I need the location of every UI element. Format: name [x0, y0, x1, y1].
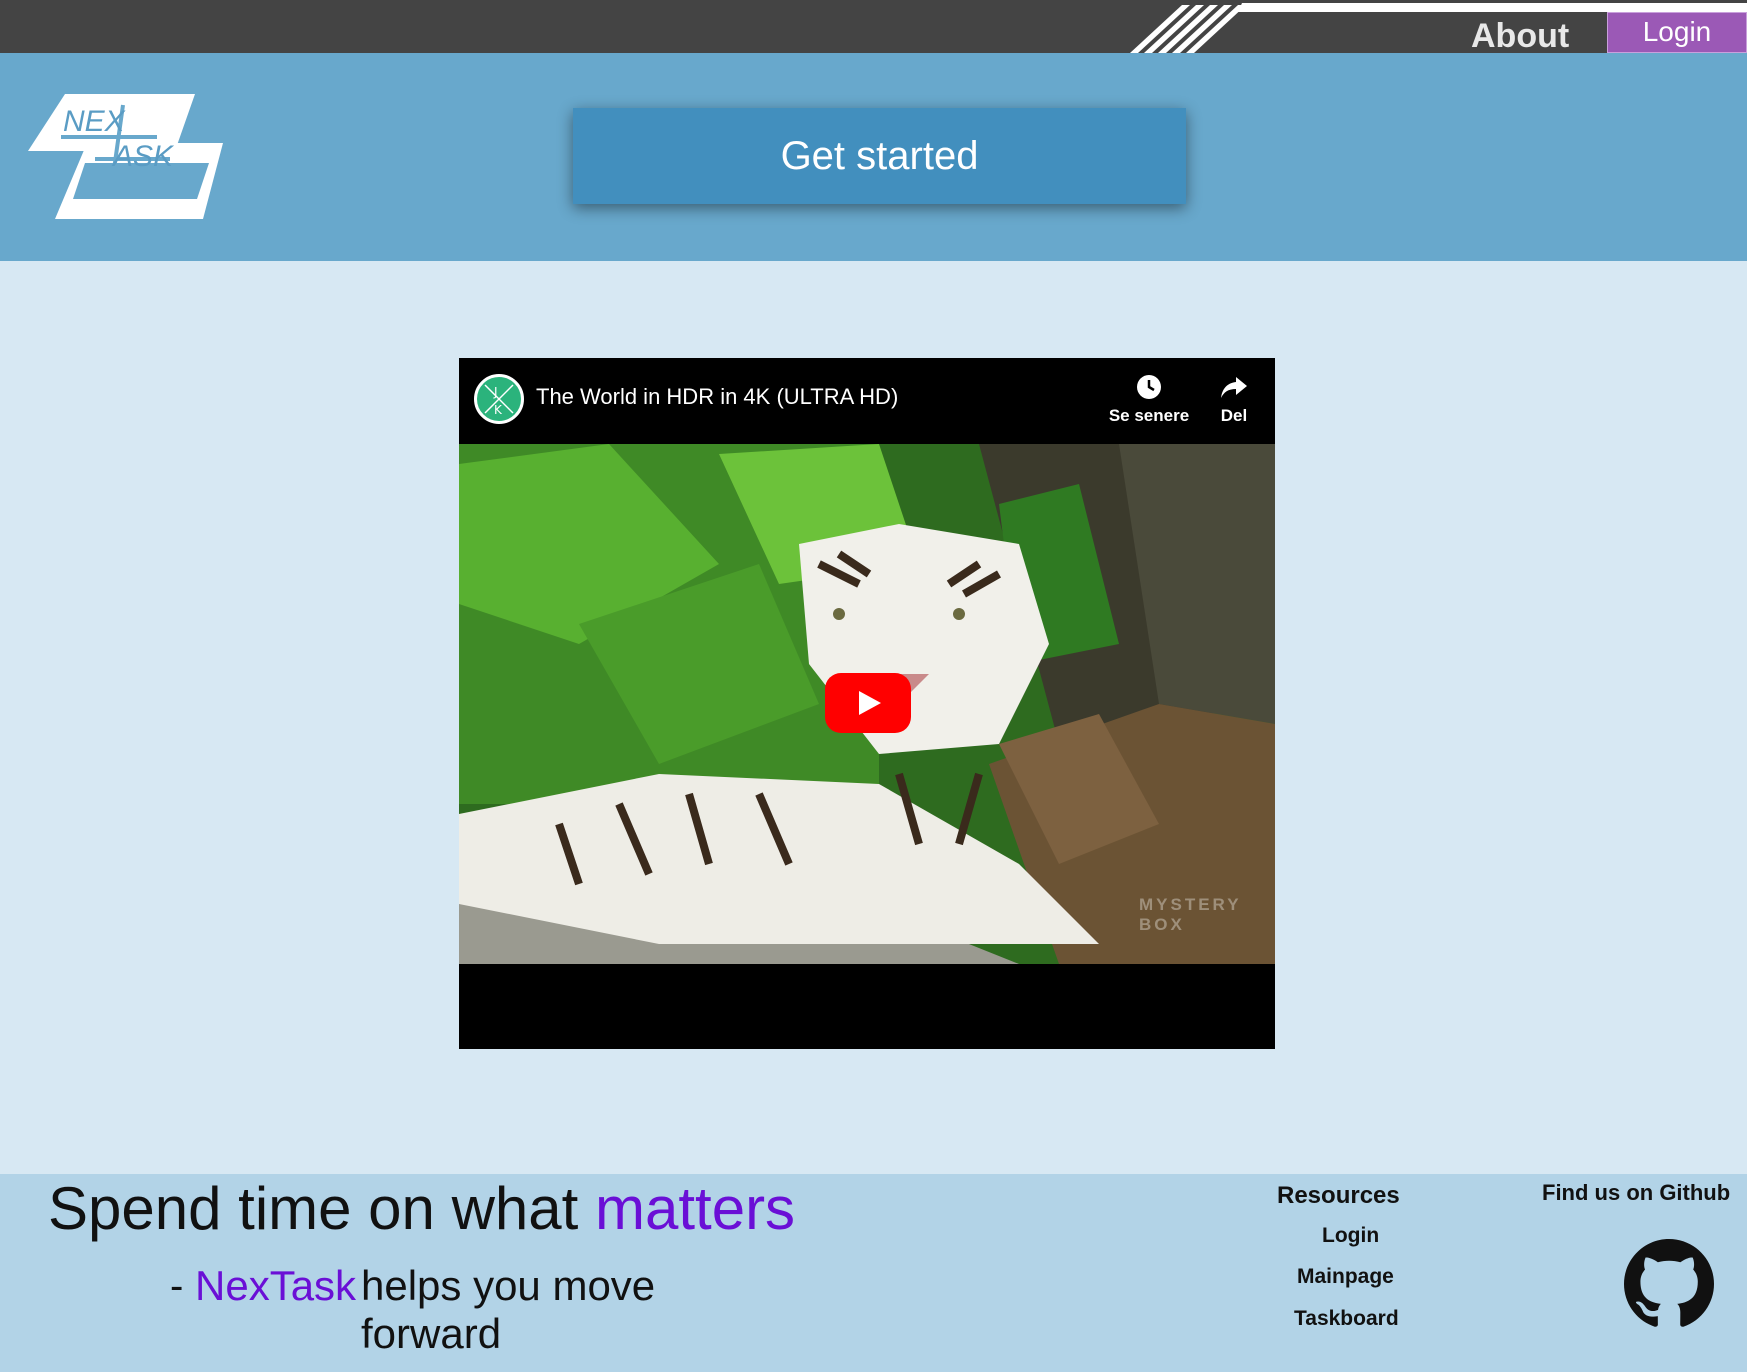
github-heading: Find us on Github	[1542, 1180, 1731, 1205]
tagline-accent: matters	[595, 1175, 796, 1242]
github-icon[interactable]	[1624, 1239, 1714, 1329]
tagline-dash: -	[170, 1264, 184, 1308]
get-started-button[interactable]: Get started	[573, 108, 1186, 204]
tagline-subline: helps you move forward	[361, 1262, 656, 1357]
share-arrow-icon	[1221, 377, 1247, 398]
video-watermark: MYSTERY BOX	[1139, 895, 1242, 934]
channel-avatar[interactable]: J K	[474, 374, 524, 424]
video-title-bar: J K The World in HDR in 4K (ULTRA HD) Se…	[459, 358, 1275, 444]
channel-logo-icon: J K	[484, 384, 514, 417]
logo-text-top: NEX	[63, 105, 126, 138]
brand-name: NexTask	[195, 1262, 357, 1309]
share-label: Del	[1220, 406, 1248, 425]
top-nav-bar: About Login	[0, 0, 1747, 56]
footer: Spend time on what matters - NexTask hel…	[0, 1174, 1747, 1372]
logo-text-bottom: ASK	[111, 140, 175, 173]
header-banner: NEX ASK Get started	[0, 53, 1747, 261]
watch-later-button[interactable]: Se senere	[1099, 374, 1199, 426]
footer-link-taskboard[interactable]: Taskboard	[1294, 1307, 1399, 1331]
footer-tagline: Spend time on what matters	[48, 1174, 795, 1243]
clock-icon	[1137, 375, 1161, 399]
svg-text:K: K	[494, 403, 503, 417]
resources-heading: Resources	[1277, 1182, 1400, 1209]
footer-link-mainpage[interactable]: Mainpage	[1297, 1265, 1394, 1289]
tagline-prefix: Spend time on what	[48, 1175, 596, 1242]
svg-text:J: J	[493, 385, 498, 399]
about-link[interactable]: About	[1471, 17, 1569, 56]
nextask-logo[interactable]: NEX ASK	[25, 91, 225, 223]
login-button[interactable]: Login	[1607, 12, 1747, 53]
embedded-video-player[interactable]: J K The World in HDR in 4K (ULTRA HD) Se…	[459, 358, 1275, 1049]
video-title[interactable]: The World in HDR in 4K (ULTRA HD)	[536, 384, 898, 410]
footer-link-login[interactable]: Login	[1322, 1224, 1379, 1248]
watch-later-label: Se senere	[1108, 406, 1190, 425]
play-icon[interactable]	[825, 673, 911, 733]
share-button[interactable]: Del	[1204, 374, 1264, 426]
